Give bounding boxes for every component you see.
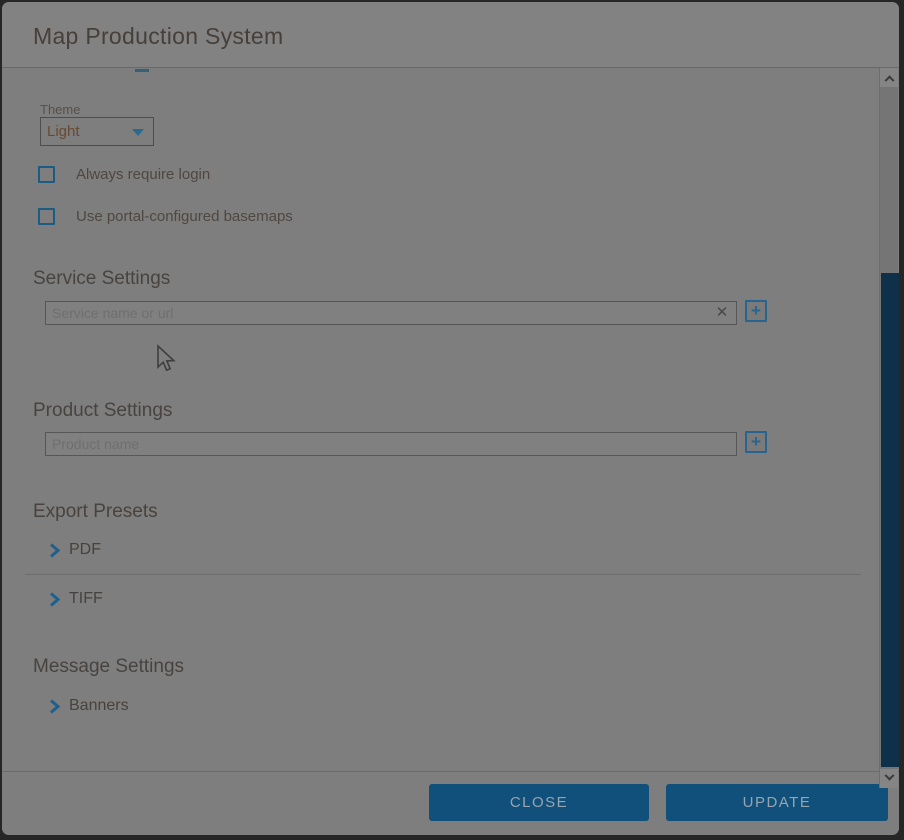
dialog-header: Map Production System: [2, 2, 899, 68]
expand-label: PDF: [69, 541, 101, 559]
theme-label: Theme: [40, 102, 80, 117]
clear-icon[interactable]: ✕: [708, 302, 736, 324]
dialog-title: Map Production System: [33, 23, 283, 50]
dialog-content: Theme Light Always require login Use por…: [2, 69, 880, 771]
always-require-login-checkbox[interactable]: [38, 166, 55, 183]
service-input-wrap: ✕: [45, 301, 737, 325]
product-name-input[interactable]: [46, 433, 736, 455]
chevron-right-icon: [49, 699, 60, 714]
scroll-up-button[interactable]: [880, 68, 898, 87]
checkbox-row-portal-basemaps: Use portal-configured basemaps: [38, 208, 293, 225]
scroll-down-icon: [884, 771, 894, 781]
vertical-scrollbar[interactable]: [879, 68, 898, 788]
expand-label: Banners: [69, 697, 129, 715]
checkbox-row-require-login: Always require login: [38, 166, 210, 183]
chevron-right-icon: [49, 543, 60, 558]
theme-select[interactable]: Light: [40, 117, 154, 146]
settings-dialog: Map Production System Theme Light Always…: [2, 2, 899, 835]
service-name-input[interactable]: [46, 302, 708, 324]
divider: [25, 574, 861, 575]
export-preset-tiff[interactable]: TIFF: [49, 590, 103, 608]
product-input-wrap: [45, 432, 737, 456]
scroll-down-button[interactable]: [880, 769, 898, 788]
close-button[interactable]: CLOSE: [429, 784, 649, 821]
checkbox-label: Use portal-configured basemaps: [76, 208, 293, 225]
chevron-right-icon: [49, 592, 60, 607]
portal-basemaps-checkbox[interactable]: [38, 208, 55, 225]
caret-down-icon: [132, 129, 144, 136]
checkbox-label: Always require login: [76, 166, 210, 183]
clipped-content-sliver: [135, 69, 149, 72]
theme-select-value: Light: [47, 123, 80, 140]
dialog-footer: CLOSE UPDATE: [2, 771, 899, 835]
export-presets-heading: Export Presets: [33, 501, 158, 523]
service-settings-heading: Service Settings: [33, 268, 170, 290]
message-setting-banners[interactable]: Banners: [49, 697, 129, 715]
expand-label: TIFF: [69, 590, 103, 608]
message-settings-heading: Message Settings: [33, 656, 184, 678]
update-button[interactable]: UPDATE: [666, 784, 888, 821]
add-product-button[interactable]: +: [745, 431, 767, 453]
scroll-up-icon: [884, 75, 894, 85]
export-preset-pdf[interactable]: PDF: [49, 541, 101, 559]
scrollbar-thumb[interactable]: [881, 273, 899, 767]
product-settings-heading: Product Settings: [33, 400, 172, 422]
mouse-cursor: [154, 344, 176, 374]
add-service-button[interactable]: +: [745, 300, 767, 322]
